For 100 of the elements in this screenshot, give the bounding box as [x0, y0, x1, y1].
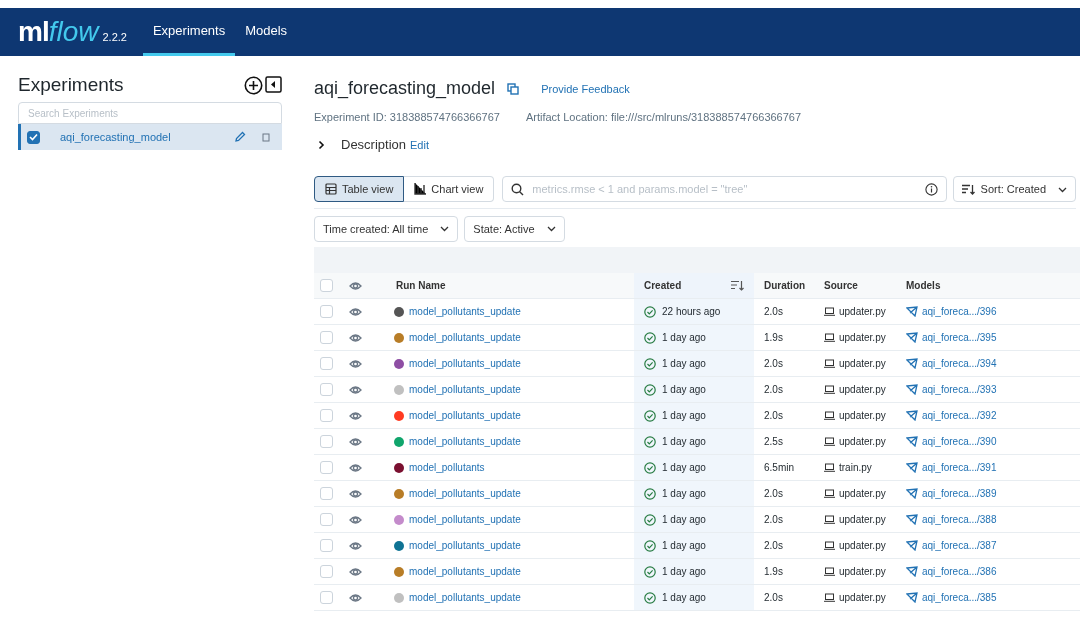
model-link[interactable]: aqi_foreca.../386 — [922, 566, 997, 577]
column-header[interactable]: Run Name — [396, 280, 446, 291]
check-circle-icon — [644, 539, 656, 552]
run-name-link[interactable]: model_pollutants_update — [409, 540, 521, 551]
source-file: updater.py — [839, 306, 886, 317]
model-icon — [906, 592, 918, 603]
model-link[interactable]: aqi_foreca.../395 — [922, 332, 997, 343]
model-icon — [906, 384, 918, 395]
source-file: updater.py — [839, 332, 886, 343]
laptop-icon — [824, 359, 835, 368]
model-icon — [906, 410, 918, 421]
filter-dropdown[interactable]: Time created: All time — [314, 216, 459, 242]
model-link[interactable]: aqi_foreca.../389 — [922, 488, 997, 499]
version-label: 2.2.2 — [102, 31, 127, 43]
run-name-link[interactable]: model_pollutants_update — [409, 410, 521, 421]
run-name-link[interactable]: model_pollutants — [409, 462, 485, 473]
run-name-link[interactable]: model_pollutants_update — [409, 306, 521, 317]
eye-icon[interactable] — [349, 462, 362, 473]
source-file: updater.py — [839, 384, 886, 395]
model-link[interactable]: aqi_foreca.../388 — [922, 514, 997, 525]
eye-icon[interactable] — [349, 436, 362, 447]
eye-icon[interactable] — [349, 566, 362, 577]
collapse-icon[interactable] — [265, 75, 282, 93]
created-time: 1 day ago — [662, 384, 706, 395]
eye-icon[interactable] — [349, 280, 362, 291]
search-field[interactable]: metrics.rmse < 1 and params.model = "tree" — [530, 182, 919, 196]
column-header[interactable]: Models — [906, 280, 941, 291]
model-link[interactable]: aqi_foreca.../396 — [922, 306, 997, 317]
column-header[interactable]: Created — [644, 280, 682, 291]
run-name-link[interactable]: model_pollutants_update — [409, 514, 521, 525]
created-time: 1 day ago — [662, 514, 706, 525]
delete-icon[interactable] — [262, 132, 270, 142]
model-link[interactable]: aqi_foreca.../391 — [922, 462, 997, 473]
duration: 2.0s — [764, 384, 783, 395]
logo-text[interactable]: flow — [48, 16, 99, 48]
eye-icon[interactable] — [349, 540, 362, 551]
add-icon[interactable] — [244, 75, 263, 95]
model-link[interactable]: aqi_foreca.../385 — [922, 592, 997, 603]
run-name-link[interactable]: model_pollutants_update — [409, 592, 521, 603]
feedback-link[interactable]: Provide Feedback — [541, 82, 630, 95]
run-name-link[interactable]: model_pollutants_update — [409, 488, 521, 499]
run-name-link[interactable]: model_pollutants_update — [409, 358, 521, 369]
search-icon — [511, 182, 525, 196]
eye-icon[interactable] — [349, 358, 362, 369]
filter-dropdown[interactable]: State: Active — [464, 216, 565, 242]
model-link[interactable]: aqi_foreca.../393 — [922, 384, 997, 395]
model-icon — [906, 332, 918, 343]
laptop-icon — [824, 567, 835, 576]
sort-icon[interactable] — [731, 280, 744, 291]
check-circle-icon — [644, 591, 656, 604]
view-toggle[interactable]: Table view — [314, 176, 405, 202]
check-circle-icon — [644, 305, 656, 318]
chevron-right-icon[interactable] — [318, 139, 325, 150]
experiment-item[interactable]: aqi_forecasting_model — [18, 124, 282, 150]
source-file: updater.py — [839, 358, 886, 369]
view-toggle[interactable]: Chart view — [404, 176, 495, 202]
sort-dropdown[interactable]: Sort: Created — [952, 176, 1076, 202]
sort-icon — [961, 183, 975, 195]
created-time: 1 day ago — [662, 462, 706, 473]
logo-text[interactable]: ml — [18, 16, 49, 48]
run-name-link[interactable]: model_pollutants_update — [409, 566, 521, 577]
laptop-icon — [824, 489, 835, 498]
pencil-icon[interactable] — [234, 131, 246, 143]
check-circle-icon — [644, 331, 656, 344]
model-link[interactable]: aqi_foreca.../387 — [922, 540, 997, 551]
chevron-down-icon — [546, 226, 556, 232]
chevron-down-icon — [1058, 187, 1067, 193]
info-icon[interactable] — [924, 182, 938, 196]
eye-icon[interactable] — [349, 306, 362, 317]
experiment-name[interactable]: aqi_forecasting_model — [60, 131, 224, 143]
run-name-link[interactable]: model_pollutants_update — [409, 384, 521, 395]
source-file: updater.py — [839, 540, 886, 551]
model-icon — [906, 462, 918, 473]
artifact-location: Artifact Location: file:///src/mlruns/318388574766366767 — [525, 111, 802, 123]
model-link[interactable]: aqi_foreca.../394 — [922, 358, 997, 369]
table-icon — [325, 183, 337, 195]
eye-icon[interactable] — [349, 410, 362, 421]
duration: 2.0s — [764, 592, 783, 603]
run-name-link[interactable]: model_pollutants_update — [409, 436, 521, 447]
eye-icon[interactable] — [349, 332, 362, 343]
laptop-icon — [824, 333, 835, 342]
model-link[interactable]: aqi_foreca.../392 — [922, 410, 997, 421]
search-field[interactable]: Search Experiments — [18, 102, 282, 124]
experiment-title: aqi_forecasting_model — [314, 78, 496, 99]
eye-icon[interactable] — [349, 592, 362, 603]
column-header[interactable]: Source — [824, 280, 858, 291]
checkbox[interactable] — [27, 130, 40, 144]
check-circle-icon — [644, 461, 656, 474]
search-bar[interactable]: metrics.rmse < 1 and params.model = "tree" — [502, 176, 947, 202]
eye-icon[interactable] — [349, 488, 362, 499]
nav-tab[interactable]: Models — [235, 8, 298, 56]
laptop-icon — [824, 411, 835, 420]
edit-link[interactable]: Edit — [410, 138, 429, 151]
run-name-link[interactable]: model_pollutants_update — [409, 332, 521, 343]
nav-tab[interactable]: Experiments — [142, 8, 236, 56]
model-link[interactable]: aqi_foreca.../390 — [922, 436, 997, 447]
duration: 2.0s — [764, 306, 783, 317]
eye-icon[interactable] — [349, 384, 362, 395]
eye-icon[interactable] — [349, 514, 362, 525]
copy-icon[interactable] — [507, 82, 520, 95]
